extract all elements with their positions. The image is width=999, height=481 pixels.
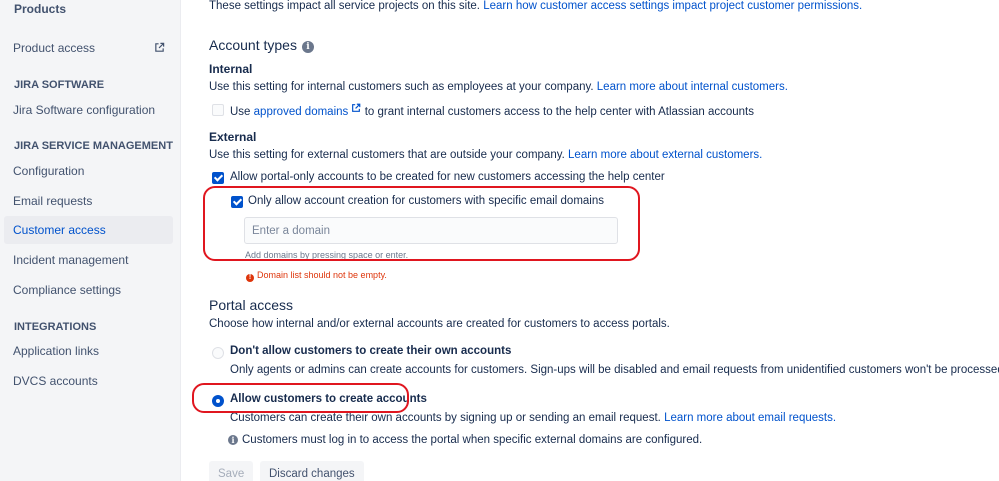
specific-domains-label: Only allow account creation for customer…: [248, 195, 605, 207]
external-link-icon: [155, 42, 165, 52]
sidebar-item-dvcs-accounts[interactable]: DVCS accounts: [4, 367, 173, 395]
domain-error: ! Domain list should not be empty.: [246, 270, 387, 282]
sidebar-item-product-access[interactable]: Product access: [4, 34, 173, 62]
sidebar-item-customer-access[interactable]: Customer access: [4, 216, 173, 244]
account-types-heading: Account types i: [209, 37, 314, 53]
sidebar-section-integrations: INTEGRATIONS: [14, 321, 97, 333]
disallow-create-accounts-label: Don't allow customers to create their ow…: [230, 345, 512, 357]
sidebar-item-application-links[interactable]: Application links: [4, 337, 173, 365]
portal-access-note: i Customers must log in to access the por…: [228, 434, 702, 446]
internal-desc-text: Use this setting for internal customers …: [209, 81, 594, 93]
sidebar-item-compliance-settings[interactable]: Compliance settings: [4, 276, 173, 304]
sidebar-item-jira-software-configuration[interactable]: Jira Software configuration: [4, 96, 173, 124]
portal-access-heading: Portal access: [209, 297, 294, 313]
sidebar-products-label: Products: [14, 2, 67, 16]
portal-access-note-text: Customers must log in to access the port…: [242, 434, 703, 446]
external-desc-text: Use this setting for external customers …: [209, 149, 565, 161]
discard-changes-button[interactable]: Discard changes: [260, 461, 364, 481]
allow-create-accounts-radio[interactable]: [212, 395, 224, 407]
intro-text: These settings impact all service projec…: [209, 0, 862, 12]
disallow-create-accounts-radio[interactable]: [212, 347, 224, 359]
internal-heading: Internal: [209, 62, 253, 76]
sidebar-item-incident-management[interactable]: Incident management: [4, 246, 173, 274]
disallow-create-accounts-desc: Only agents or admins can create account…: [230, 364, 999, 376]
internal-desc: Use this setting for internal customers …: [209, 81, 788, 93]
allow-create-accounts-desc-text: Customers can create their own accounts …: [230, 412, 661, 424]
info-icon[interactable]: i: [301, 41, 314, 53]
intro-desc: These settings impact all service projec…: [209, 0, 481, 12]
approved-domains-checkbox[interactable]: [212, 104, 224, 116]
portal-only-accounts-label: Allow portal-only accounts to be created…: [230, 171, 665, 183]
email-requests-learn-more-link[interactable]: Learn more about email requests.: [664, 412, 836, 424]
portal-access-desc: Choose how internal and/or external acco…: [209, 318, 670, 330]
external-heading: External: [209, 130, 257, 144]
sidebar-item-label: Email requests: [13, 194, 93, 208]
error-icon: !: [246, 274, 254, 282]
sidebar-item-label: Product access: [13, 41, 96, 55]
sidebar-item-label: Jira Software configuration: [13, 103, 156, 117]
external-link-icon[interactable]: [351, 103, 361, 113]
portal-only-accounts-checkbox[interactable]: [212, 172, 224, 184]
approved-domains-label: Use approved domains to grant internal c…: [230, 103, 754, 118]
internal-learn-more-link[interactable]: Learn more about internal customers.: [597, 81, 788, 93]
account-types-title: Account types: [209, 37, 297, 53]
sidebar-item-label: Incident management: [13, 253, 129, 267]
info-icon: i: [228, 435, 238, 445]
approved-domains-prefix: Use: [230, 106, 251, 118]
sidebar-item-label: Customer access: [13, 223, 106, 237]
external-desc: Use this setting for external customers …: [209, 149, 762, 161]
save-button[interactable]: Save: [209, 461, 254, 481]
approved-domains-link[interactable]: approved domains: [254, 106, 349, 118]
allow-create-accounts-label: Allow customers to create accounts: [230, 393, 427, 405]
specific-domains-checkbox[interactable]: [231, 196, 243, 208]
intro-learn-more-link[interactable]: Learn how customer access settings impac…: [483, 0, 862, 12]
sidebar-section-jsm: JIRA SERVICE MANAGEMENT: [14, 140, 173, 152]
sidebar-item-label: Application links: [13, 344, 100, 358]
sidebar-item-label: Configuration: [13, 164, 85, 178]
approved-domains-suffix: to grant internal customers access to th…: [364, 106, 754, 118]
domain-helper-text: Add domains by pressing space or enter.: [245, 250, 409, 260]
sidebar-section-jira-software: JIRA SOFTWARE: [14, 79, 105, 91]
allow-create-accounts-desc: Customers can create their own accounts …: [230, 412, 836, 424]
sidebar-item-email-requests[interactable]: Email requests: [4, 187, 173, 215]
sidebar-item-label: DVCS accounts: [13, 374, 98, 388]
domain-input[interactable]: [244, 217, 618, 244]
external-learn-more-link[interactable]: Learn more about external customers.: [568, 149, 762, 161]
sidebar-item-configuration[interactable]: Configuration: [4, 157, 173, 185]
sidebar-item-label: Compliance settings: [13, 283, 122, 297]
sidebar: Products Product access JIRA SOFTWARE Ji…: [0, 0, 181, 481]
domain-error-text: Domain list should not be empty.: [257, 270, 387, 280]
